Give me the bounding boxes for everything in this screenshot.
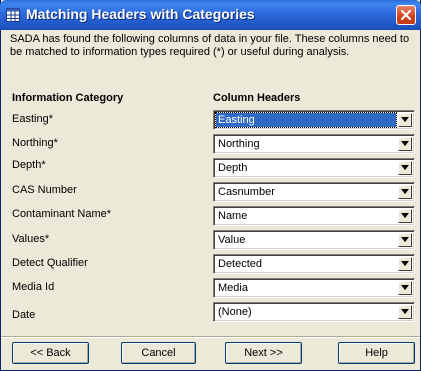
depth-dropdown[interactable]: Depth: [213, 158, 415, 178]
dropdown-arrow-button[interactable]: [398, 281, 412, 295]
dropdown-arrow-button[interactable]: [398, 185, 412, 199]
information-category-header: Information Category: [12, 92, 124, 104]
window-title: Matching Headers with Categories: [26, 6, 255, 22]
dropdown-arrow-button[interactable]: [398, 137, 412, 151]
contaminant-name-dropdown[interactable]: Name: [213, 206, 415, 226]
values-dropdown[interactable]: Value: [213, 230, 415, 250]
easting-dropdown[interactable]: Easting: [213, 110, 415, 130]
dropdown-value: Media: [218, 282, 248, 294]
dropdown-arrow-button[interactable]: [398, 233, 412, 247]
cas-number-dropdown[interactable]: Casnumber: [213, 182, 415, 202]
footer-divider: [1, 336, 420, 338]
dropdown-value: Value: [218, 234, 246, 246]
grid-window-icon: [6, 8, 20, 22]
dropdown-arrow-button[interactable]: [398, 257, 412, 271]
media-id-dropdown[interactable]: Media: [213, 278, 415, 298]
title-bar[interactable]: Matching Headers with Categories: [0, 0, 421, 30]
next-button[interactable]: Next >>: [225, 342, 302, 364]
label-depth: Depth*: [12, 159, 46, 171]
description-text: SADA has found the following columns of …: [10, 33, 410, 58]
label-detect-qualifier: Detect Qualifier: [12, 257, 88, 269]
dropdown-value: (None): [218, 306, 252, 318]
label-date: Date: [12, 309, 36, 321]
dropdown-value: Depth: [218, 162, 248, 174]
cancel-button[interactable]: Cancel: [121, 342, 196, 364]
help-button[interactable]: Help: [338, 342, 415, 364]
column-headers-header: Column Headers: [213, 92, 301, 104]
dropdown-value: Casnumber: [218, 186, 275, 198]
date-dropdown[interactable]: (None): [213, 302, 415, 322]
dropdown-arrow-button[interactable]: [398, 209, 412, 223]
dropdown-value: Easting: [215, 112, 397, 128]
label-easting: Easting*: [12, 113, 53, 125]
label-cas-number: CAS Number: [12, 184, 77, 196]
close-button[interactable]: [396, 5, 416, 25]
dropdown-arrow-button[interactable]: [398, 113, 412, 127]
back-button[interactable]: << Back: [12, 342, 89, 364]
label-contaminant-name: Contaminant Name*: [12, 208, 112, 220]
dropdown-value: Name: [218, 210, 248, 222]
dropdown-value: Detected: [218, 258, 263, 270]
label-values: Values*: [12, 233, 50, 245]
label-media-id: Media Id: [12, 281, 55, 293]
dropdown-value: Northing: [218, 138, 260, 150]
northing-dropdown[interactable]: Northing: [213, 134, 415, 154]
dropdown-arrow-button[interactable]: [398, 161, 412, 175]
label-northing: Northing*: [12, 137, 58, 149]
dropdown-arrow-button[interactable]: [398, 305, 412, 319]
dialog-window: Matching Headers with Categories SADA ha…: [0, 0, 421, 371]
detect-qualifier-dropdown[interactable]: Detected: [213, 254, 415, 274]
